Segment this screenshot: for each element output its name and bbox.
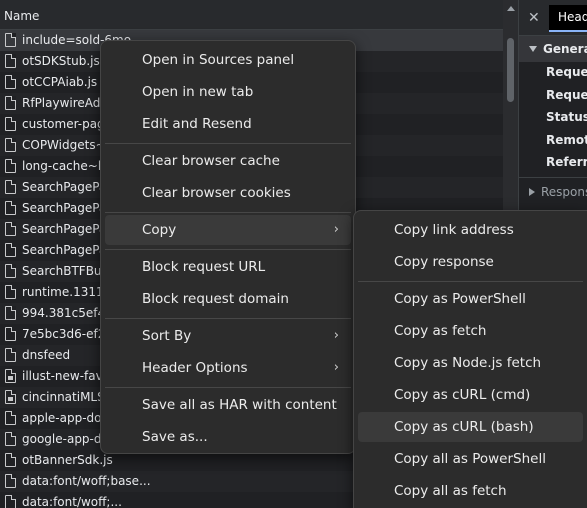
request-name: apple-app-dow — [22, 411, 112, 425]
chevron-right-icon: › — [333, 328, 339, 343]
tab-headers[interactable]: Headers — [549, 5, 587, 32]
request-name: google-app-do — [22, 432, 109, 446]
menu-item-copy[interactable]: Copy › — [105, 215, 351, 245]
file-icon — [5, 453, 16, 467]
scroll-up-arrow-icon[interactable] — [507, 6, 515, 11]
request-name: RfPlaywireAdM — [22, 96, 111, 110]
file-icon — [5, 201, 16, 215]
menu-item-copy-all-as-powershell[interactable]: Copy all as PowerShell — [358, 444, 583, 474]
menu-item-block-request-url[interactable]: Block request URL — [105, 252, 351, 282]
file-icon — [5, 159, 16, 173]
file-icon — [5, 222, 16, 236]
request-name: illust-new-fav- — [22, 369, 107, 383]
file-icon — [5, 348, 16, 362]
file-icon — [5, 138, 16, 152]
expand-triangle-icon — [529, 46, 537, 52]
request-name: otSDKStub.js — [22, 54, 100, 68]
menu-item-open-in-sources[interactable]: Open in Sources panel — [105, 45, 351, 75]
file-icon — [5, 306, 16, 320]
file-icon — [5, 474, 16, 488]
file-icon — [5, 285, 16, 299]
menu-separator — [105, 318, 351, 319]
general-row-remote-address: Remote Address — [546, 133, 587, 147]
menu-item-save-all-as-har[interactable]: Save all as HAR with content — [105, 390, 351, 420]
menu-item-header-options-label: Header Options — [142, 360, 248, 376]
file-icon — [5, 33, 16, 47]
request-name: otBannerSdk.js — [22, 453, 113, 467]
close-icon[interactable]: ✕ — [528, 10, 540, 26]
response-headers-label: Response Headers — [541, 185, 587, 199]
menu-separator — [105, 143, 351, 144]
request-name: customer-page — [22, 117, 113, 131]
menu-item-copy-all-as-fetch[interactable]: Copy all as fetch — [358, 476, 583, 506]
image-file-icon — [5, 369, 16, 383]
file-icon — [5, 432, 16, 446]
file-icon — [5, 117, 16, 131]
menu-separator — [105, 249, 351, 250]
chevron-right-icon: › — [333, 222, 339, 237]
request-name: dnsfeed — [22, 348, 71, 362]
menu-item-copy-as-curl-bash[interactable]: Copy as cURL (bash) — [358, 412, 583, 442]
menu-item-sort-by-label: Sort By — [142, 328, 192, 344]
request-name: data:font/woff;... — [22, 495, 122, 508]
general-row-status-code: Status Code — [546, 110, 587, 124]
menu-item-copy-as-powershell[interactable]: Copy as PowerShell — [358, 284, 583, 314]
file-icon — [5, 75, 16, 89]
file-icon — [5, 243, 16, 257]
menu-item-copy-link-address[interactable]: Copy link address — [358, 215, 583, 245]
menu-item-clear-browser-cache[interactable]: Clear browser cache — [105, 146, 351, 176]
file-icon — [5, 264, 16, 278]
menu-item-sort-by[interactable]: Sort By › — [105, 321, 351, 351]
response-headers-section-header[interactable]: Response Headers — [519, 177, 587, 205]
menu-item-open-in-new-tab[interactable]: Open in new tab — [105, 77, 351, 107]
general-section-header[interactable]: General — [519, 36, 587, 62]
chevron-right-icon: › — [333, 360, 339, 375]
menu-item-copy-as-fetch[interactable]: Copy as fetch — [358, 316, 583, 346]
file-icon — [5, 327, 16, 341]
general-section-label: General — [543, 42, 587, 56]
menu-item-clear-browser-cookies[interactable]: Clear browser cookies — [105, 178, 351, 208]
menu-item-copy-label: Copy — [142, 222, 177, 238]
request-name: cincinnatiMLS_ — [22, 390, 111, 404]
general-row-request-method: Request Method — [546, 88, 587, 102]
file-icon — [5, 180, 16, 194]
file-icon — [5, 54, 16, 68]
general-row-referrer-policy: Referrer Policy — [546, 155, 587, 169]
menu-separator — [105, 387, 351, 388]
request-name: otCCPAiab.js — [22, 75, 98, 89]
file-icon — [5, 495, 16, 508]
request-context-menu: Open in Sources panel Open in new tab Ed… — [100, 40, 356, 454]
menu-item-copy-response[interactable]: Copy response — [358, 247, 583, 277]
request-name: runtime.1311d — [22, 285, 112, 299]
request-name: data:font/woff;base... — [22, 474, 151, 488]
file-icon — [5, 411, 16, 425]
image-file-icon — [5, 390, 16, 404]
details-tab-bar: ✕ Headers — [519, 0, 587, 36]
menu-item-copy-as-curl-cmd[interactable]: Copy as cURL (cmd) — [358, 380, 583, 410]
menu-item-header-options[interactable]: Header Options › — [105, 353, 351, 383]
general-row-request-url: Request URL — [546, 65, 587, 79]
name-column-header[interactable]: Name — [0, 0, 503, 30]
copy-submenu: Copy link address Copy response Copy as … — [353, 210, 587, 508]
file-icon — [5, 96, 16, 110]
scrollbar-thumb[interactable] — [507, 38, 514, 102]
menu-separator — [105, 212, 351, 213]
menu-item-copy-as-nodejs-fetch[interactable]: Copy as Node.js fetch — [358, 348, 583, 378]
menu-item-save-as[interactable]: Save as... — [105, 422, 351, 452]
menu-item-edit-and-resend[interactable]: Edit and Resend — [105, 109, 351, 139]
collapse-triangle-icon — [529, 188, 535, 196]
menu-separator — [358, 281, 583, 282]
menu-item-block-request-domain[interactable]: Block request domain — [105, 284, 351, 314]
